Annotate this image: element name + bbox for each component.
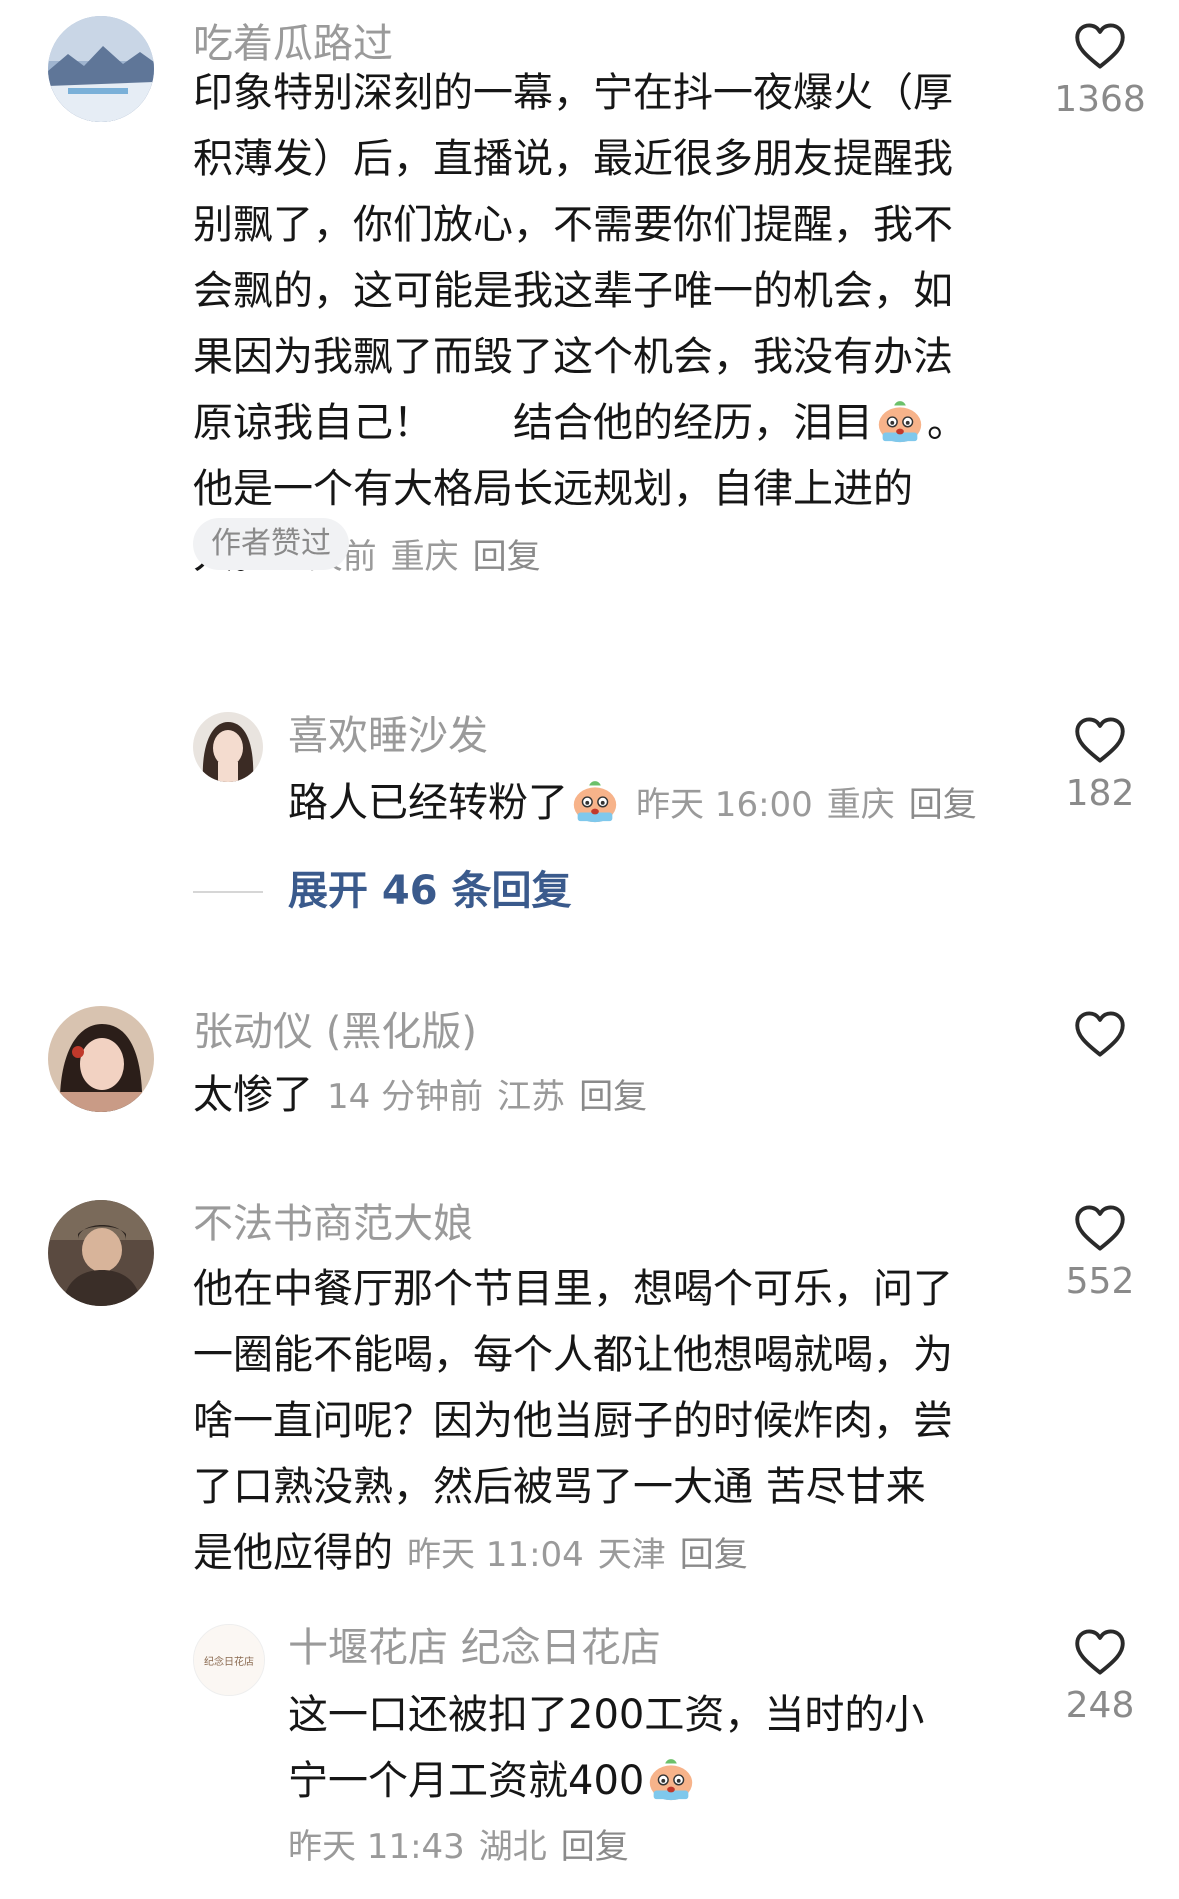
comment-line: 他在中餐厅那个节目里，想喝个可乐，问了 (193, 1266, 953, 1312)
heart-outline-icon[interactable] (1074, 1204, 1126, 1252)
reply-avatar[interactable] (193, 712, 263, 782)
reply-time: 昨天 11:43 (288, 1827, 465, 1867)
reply-button[interactable]: 回复 (680, 1535, 748, 1575)
crying-emoji-icon (873, 392, 927, 446)
comment-text: 印象特别深刻的一幕，宁在抖一夜爆火（厚 积薄发）后，直播说，最近很多朋友提醒我 … (193, 60, 1013, 590)
reply-like-count: 248 (1065, 1685, 1135, 1726)
comment-line: 会飘的，这可能是我这辈子唯一的机会，如 (193, 268, 953, 314)
reply-like-button[interactable]: 182 (1050, 716, 1150, 816)
reply-button[interactable]: 回复 (579, 1077, 647, 1117)
comment-line-last-text: 是他应得的 (193, 1530, 393, 1576)
comment-meta: 昨天 11:04 天津 回复 (407, 1535, 762, 1575)
reply-location: 湖北 (478, 1827, 547, 1867)
expand-divider (193, 891, 263, 893)
like-button[interactable] (1050, 1010, 1150, 1058)
reply-username[interactable]: 喜欢睡沙发 (288, 712, 488, 760)
reply-line: 这一口还被扣了200工资，当时的小 (288, 1692, 925, 1738)
comment-line: 一圈能不能喝，每个人都让他想喝就喝，为 (193, 1332, 953, 1378)
comment-time: 昨天 11:04 (407, 1535, 584, 1575)
like-button[interactable]: 552 (1050, 1204, 1150, 1304)
author-liked-badge: 作者赞过 (193, 518, 349, 570)
comment-line: 积薄发）后，直播说，最近很多朋友提醒我 (193, 136, 953, 182)
comment-line: 别飘了，你们放心，不需要你们提醒，我不 (193, 202, 953, 248)
reply-avatar[interactable]: 纪念日花店 (193, 1624, 265, 1696)
comment-line-6: 原谅我自己！ 结合他的经历，泪目 。 (193, 390, 1013, 456)
reply-line-text: 宁一个月工资就400 (288, 1758, 645, 1804)
comment-text: 他在中餐厅那个节目里，想喝个可乐，问了 一圈能不能喝，每个人都让他想喝就喝，为 … (193, 1256, 1013, 1588)
comment-meta: 14 分钟前 江苏 回复 (327, 1077, 661, 1117)
reply-meta: 昨天 11:43 湖北 回复 (288, 1814, 1018, 1880)
comment-line-6-text: 原谅我自己！ 结合他的经历，泪目 (193, 400, 873, 446)
reply-line-text: 路人已经转粉了 (288, 780, 568, 826)
comment-line: 啥一直问呢？因为他当厨子的时候炸肉，尝 (193, 1398, 953, 1444)
crying-emoji-icon (568, 772, 622, 826)
reply-like-count: 182 (1065, 773, 1135, 814)
comment-location: 重庆 (390, 537, 459, 577)
heart-outline-icon[interactable] (1074, 22, 1126, 70)
reply-time: 昨天 16:00 (636, 785, 813, 825)
like-button[interactable]: 1368 (1050, 22, 1150, 122)
reply-line-2: 宁一个月工资就400 (288, 1748, 1018, 1814)
crying-emoji-icon (644, 1750, 698, 1804)
comment-location: 天津 (597, 1535, 666, 1575)
reply-button[interactable]: 回复 (473, 537, 541, 577)
comment-line-text: 太惨了 (193, 1072, 313, 1118)
reply-button[interactable]: 回复 (561, 1827, 629, 1867)
avatar-logo-text: 纪念日花店 (204, 1655, 254, 1668)
reply-button[interactable]: 回复 (909, 785, 977, 825)
comment-location: 江苏 (497, 1077, 566, 1117)
heart-outline-icon[interactable] (1074, 716, 1126, 764)
heart-outline-icon[interactable] (1074, 1010, 1126, 1058)
comment-line: 印象特别深刻的一幕，宁在抖一夜爆火（厚 (193, 70, 953, 116)
like-count: 552 (1065, 1261, 1135, 1302)
username[interactable]: 张动仪 (黑化版) (193, 1008, 477, 1056)
comment-line: 了口熟没熟，然后被骂了一大通 苦尽甘来 (193, 1464, 926, 1510)
reply-meta: 昨天 16:00 重庆 回复 (636, 785, 991, 825)
comment-line-last: 是他应得的 昨天 11:04 天津 回复 (193, 1520, 1013, 1588)
comment-text: 太惨了 14 分钟前 江苏 回复 (193, 1062, 1013, 1130)
reply-text: 路人已经转粉了 昨天 16:00 重庆 回复 (288, 770, 1018, 838)
comment-line: 太惨了 14 分钟前 江苏 回复 (193, 1062, 1013, 1130)
comment-line: 他是一个有大格局长远规划，自律上进的 (193, 466, 913, 512)
reply-location: 重庆 (826, 785, 895, 825)
avatar[interactable] (48, 1200, 154, 1306)
username[interactable]: 不法书商范大娘 (193, 1200, 473, 1248)
comment-time: 14 分钟前 (327, 1077, 484, 1117)
reply-like-button[interactable]: 248 (1050, 1628, 1150, 1728)
expand-replies-link[interactable]: 展开 46 条回复 (288, 868, 572, 914)
reply-text: 这一口还被扣了200工资，当时的小 宁一个月工资就400 昨天 11:43 湖北回… (288, 1682, 1018, 1880)
avatar[interactable] (48, 1006, 154, 1112)
comment-line: 果因为我飘了而毁了这个机会，我没有办法 (193, 334, 953, 380)
heart-outline-icon[interactable] (1074, 1628, 1126, 1676)
like-count: 1368 (1054, 79, 1146, 120)
comment-line-6-tail: 。 (927, 400, 967, 446)
reply-username[interactable]: 十堰花店 纪念日花店 (288, 1624, 661, 1672)
reply-line: 路人已经转粉了 昨天 16:00 重庆 回复 (288, 770, 1018, 838)
avatar[interactable] (48, 16, 154, 122)
